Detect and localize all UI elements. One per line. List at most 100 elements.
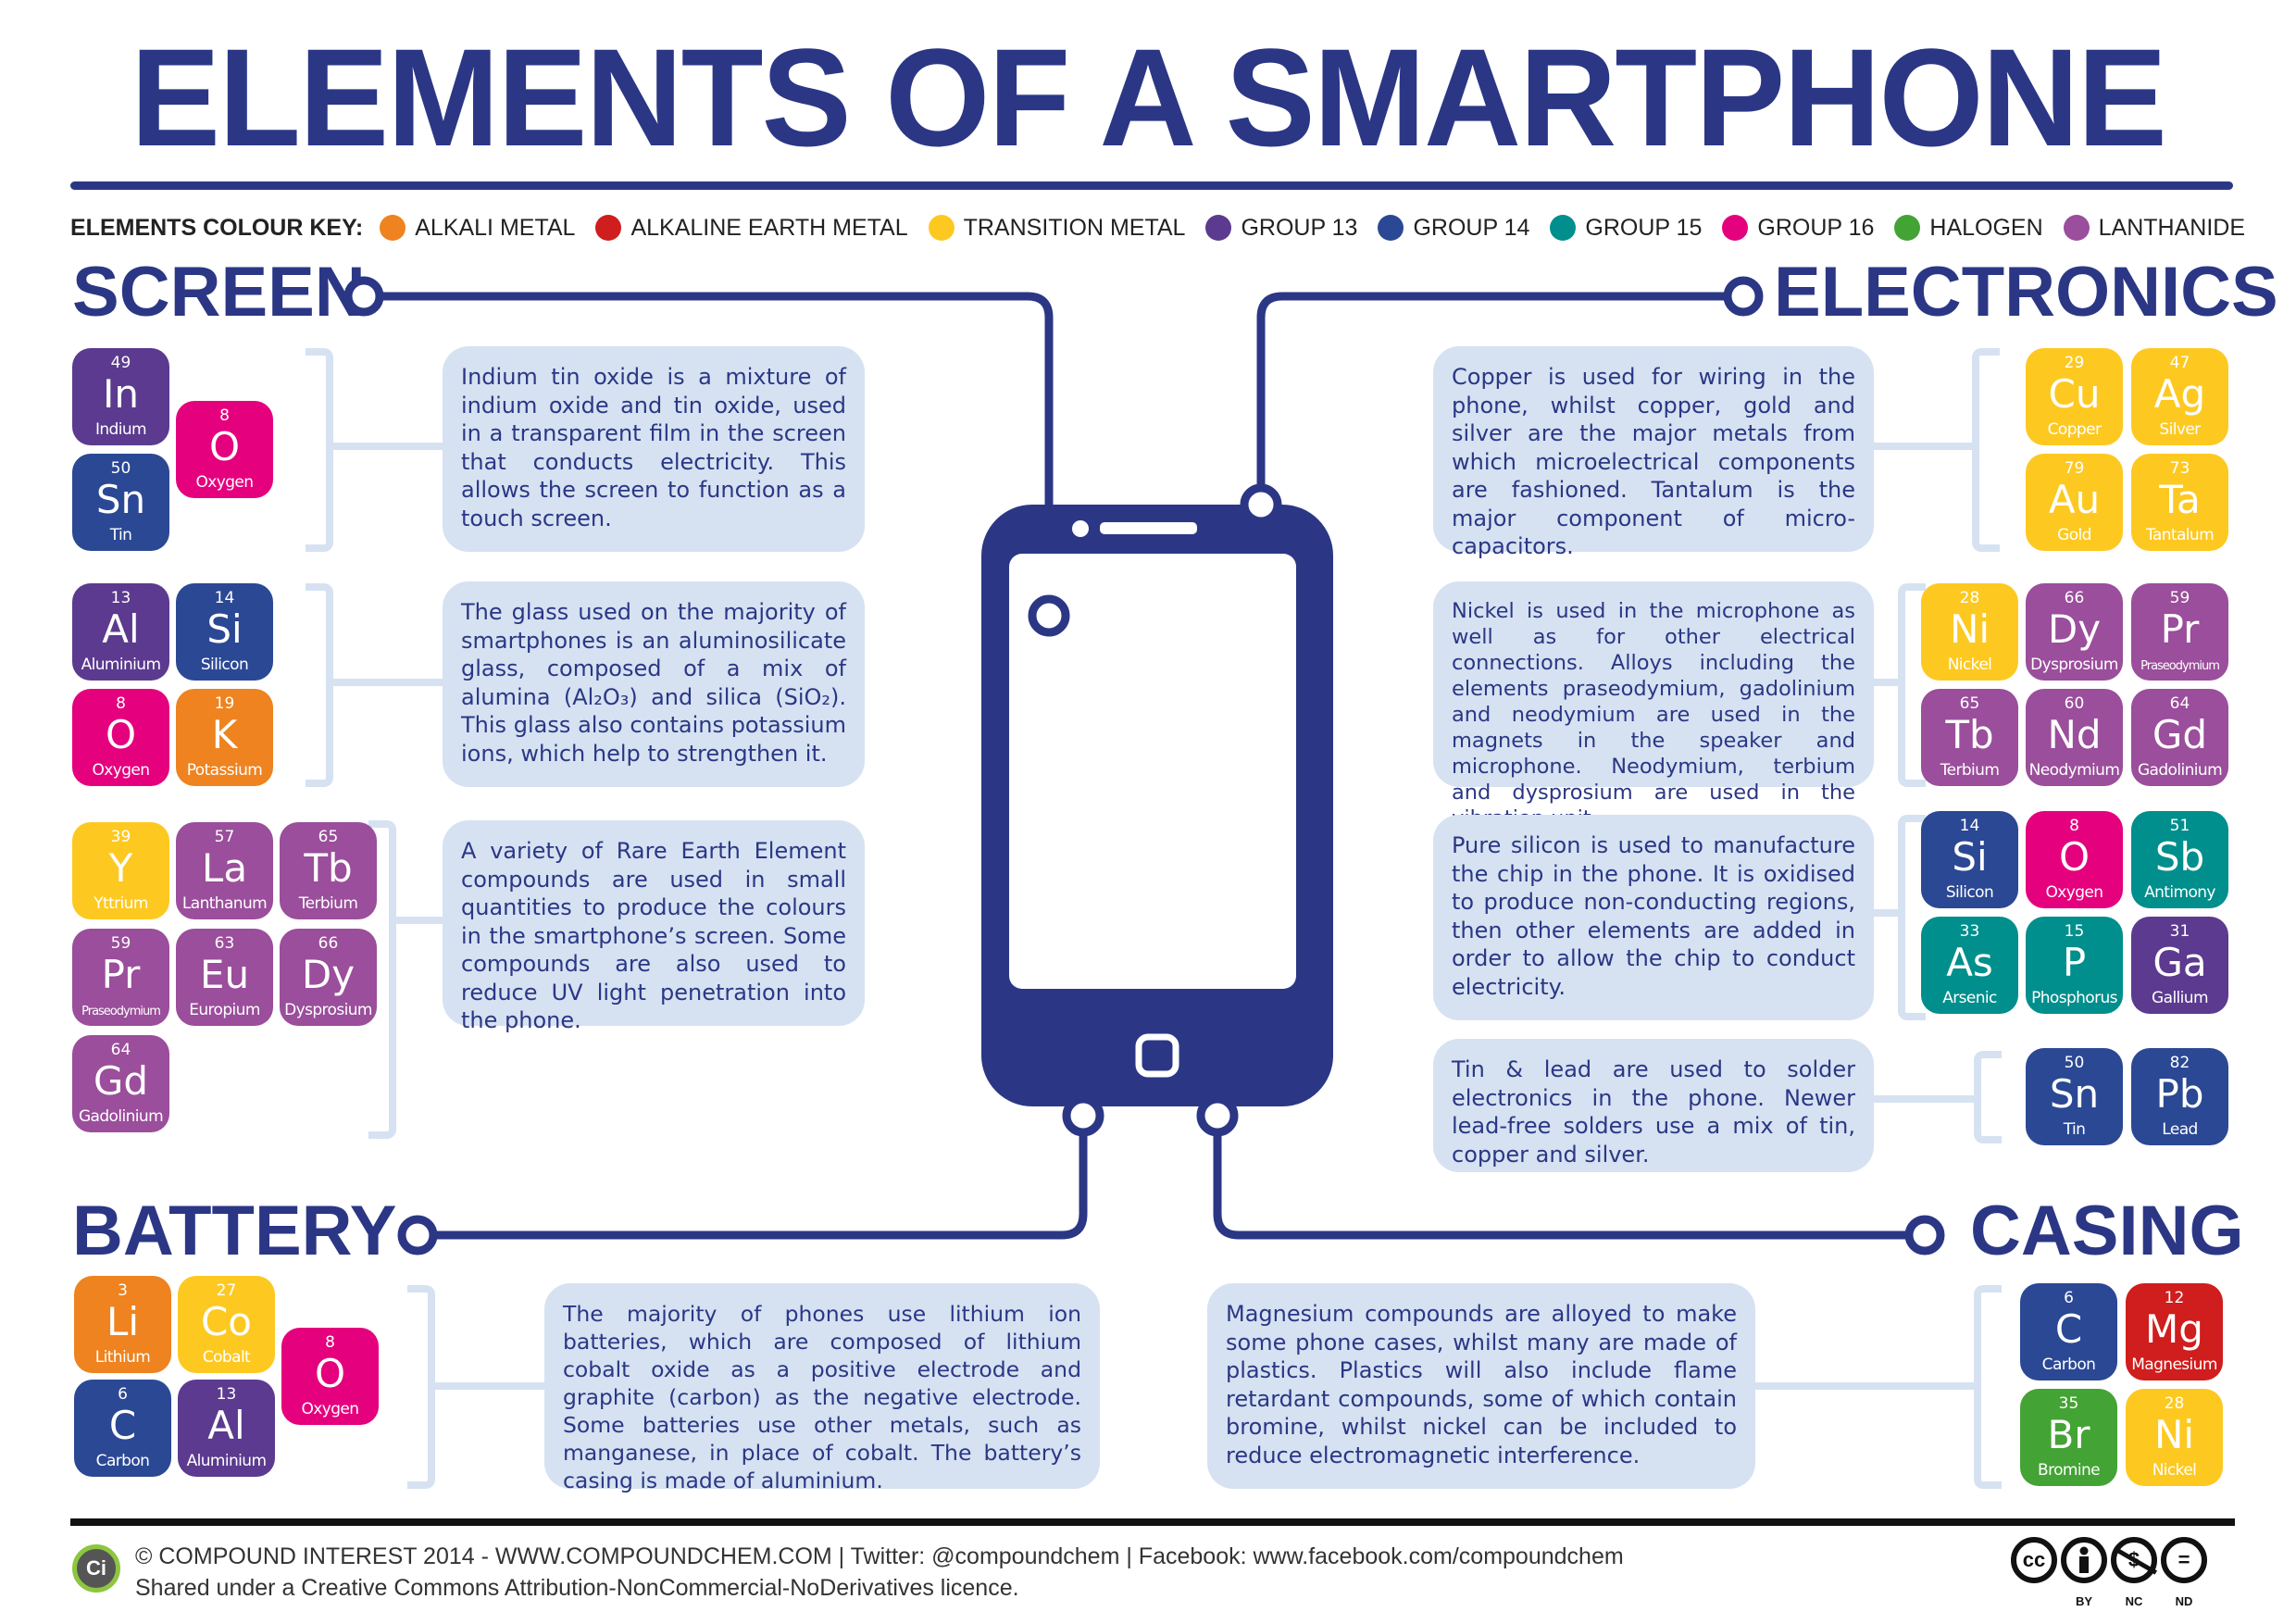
- node-battery-phone: [1062, 1094, 1104, 1137]
- element-name: Silicon: [200, 656, 249, 674]
- info-box-casing: Magnesium compounds are alloyed to make …: [1207, 1283, 1755, 1489]
- element-symbol: Tb: [1945, 712, 1994, 757]
- element-name: Gadolinium: [2137, 761, 2223, 780]
- element-name: Carbon: [2041, 1355, 2096, 1374]
- element-tile-al: 13 Al Aluminium: [72, 583, 169, 681]
- element-tile-o: 8 O Oxygen: [72, 689, 169, 786]
- atomic-number: 66: [318, 934, 339, 953]
- element-tile-eu: 63 Eu Europium: [176, 929, 273, 1026]
- element-symbol: O: [2058, 834, 2090, 880]
- info-text: Tin & lead are used to solder electronic…: [1452, 1056, 1855, 1168]
- element-name: Neodymium: [2028, 761, 2120, 780]
- element-name: Silver: [2159, 420, 2201, 439]
- atomic-number: 49: [110, 354, 131, 372]
- element-symbol: Eu: [199, 952, 250, 997]
- element-name: Terbium: [298, 894, 358, 913]
- element-symbol: Pr: [101, 952, 141, 997]
- element-symbol: K: [211, 712, 238, 757]
- atomic-number: 15: [2064, 922, 2085, 941]
- element-tile-k: 19 K Potassium: [176, 689, 273, 786]
- noncommercial-icon: $NC: [2111, 1537, 2158, 1608]
- atomic-number: 65: [1959, 694, 1980, 713]
- element-symbol: Y: [108, 845, 133, 891]
- element-tile-o: 8 O Oxygen: [176, 401, 273, 498]
- element-tile-cu: 29 Cu Copper: [2026, 348, 2123, 445]
- element-name: Gallium: [2152, 989, 2209, 1007]
- attribution-icon: BY: [2061, 1537, 2107, 1608]
- element-tile-ni: 28 Ni Nickel: [1921, 583, 2018, 681]
- element-tile-c: 6 C Carbon: [2020, 1283, 2117, 1380]
- element-name: Copper: [2047, 420, 2102, 439]
- element-symbol: C: [2054, 1306, 2083, 1352]
- atomic-number: 3: [118, 1281, 128, 1300]
- element-name: Nickel: [2152, 1461, 2197, 1480]
- bracket-screen-1: [306, 348, 333, 552]
- footer-licence: Shared under a Creative Commons Attribut…: [135, 1575, 1019, 1601]
- info-box-screen-1: Indium tin oxide is a mixture of indium …: [443, 346, 865, 552]
- element-tile-li: 3 Li Lithium: [74, 1276, 171, 1373]
- element-tile-y: 39 Y Yttrium: [72, 822, 169, 919]
- info-box-electronics-4: Tin & lead are used to solder electronic…: [1433, 1039, 1874, 1172]
- element-name: Magnesium: [2131, 1355, 2217, 1374]
- element-tile-si: 14 Si Silicon: [1921, 811, 2018, 908]
- cc-icon: cc: [2011, 1537, 2057, 1583]
- connector-electronics-1: [1870, 443, 1972, 450]
- element-tile-br: 35 Br Bromine: [2020, 1389, 2117, 1486]
- element-name: Dysprosium: [2030, 656, 2118, 674]
- atomic-number: 13: [216, 1385, 237, 1404]
- element-name: Tantalum: [2145, 526, 2215, 544]
- element-tile-ta: 73 Ta Tantalum: [2131, 454, 2228, 551]
- info-text: Indium tin oxide is a mixture of indium …: [461, 364, 846, 531]
- element-symbol: Ta: [2159, 477, 2201, 522]
- element-tile-pb: 82 Pb Lead: [2131, 1048, 2228, 1145]
- atomic-number: 28: [1959, 589, 1980, 607]
- element-symbol: Co: [200, 1299, 253, 1344]
- element-tile-o: 8 O Oxygen: [281, 1328, 379, 1425]
- connector-electronics-3: [1870, 909, 1898, 917]
- atomic-number: 47: [2169, 354, 2190, 372]
- atomic-number: 28: [2164, 1394, 2185, 1413]
- element-name: Oxygen: [195, 473, 255, 492]
- element-tile-ag: 47 Ag Silver: [2131, 348, 2228, 445]
- element-name: Carbon: [95, 1452, 150, 1470]
- atomic-number: 59: [110, 934, 131, 953]
- element-tile-al: 13 Al Aluminium: [178, 1380, 275, 1477]
- noderivatives-icon: = ND: [2161, 1537, 2207, 1608]
- connector-battery: [435, 1382, 546, 1390]
- atomic-number: 6: [118, 1385, 128, 1404]
- atomic-number: 35: [2058, 1394, 2079, 1413]
- atomic-number: 50: [2064, 1054, 2085, 1072]
- element-tile-mg: 12 Mg Magnesium: [2126, 1283, 2223, 1380]
- wire-battery: [431, 1128, 1088, 1240]
- element-tile-sn: 50 Sn Tin: [72, 454, 169, 551]
- element-symbol: Li: [106, 1299, 140, 1344]
- atomic-number: 6: [2064, 1289, 2074, 1307]
- footer-credits: © COMPOUND INTEREST 2014 - WWW.COMPOUNDC…: [135, 1543, 1624, 1569]
- element-symbol: Si: [206, 606, 243, 652]
- element-tile-la: 57 La Lanthanum: [176, 822, 273, 919]
- element-symbol: O: [314, 1351, 346, 1396]
- element-symbol: Gd: [2152, 712, 2208, 757]
- element-tile-nd: 60 Nd Neodymium: [2026, 689, 2123, 786]
- phone-body: [981, 505, 1333, 1106]
- element-tile-pr: 59 Pr Praseodymium: [72, 929, 169, 1026]
- element-tile-gd: 64 Gd Gadolinium: [72, 1035, 169, 1132]
- connector-screen-3: [396, 917, 444, 924]
- node-casing-phone: [1196, 1094, 1239, 1137]
- element-name: Lead: [2162, 1120, 2198, 1139]
- element-symbol: Nd: [2047, 712, 2102, 757]
- bracket-electronics-1: [1972, 348, 2000, 552]
- info-text: Pure silicon is used to manufacture the …: [1452, 832, 1855, 1000]
- element-name: Lithium: [94, 1348, 151, 1367]
- element-tile-in: 49 In Indium: [72, 348, 169, 445]
- element-name: Praseodymium: [2140, 659, 2220, 673]
- element-name: Aluminium: [81, 656, 161, 674]
- element-tile-dy: 66 Dy Dysprosium: [280, 929, 377, 1026]
- element-symbol: C: [108, 1403, 137, 1448]
- connector-electronics-4: [1870, 1095, 1974, 1103]
- phone-camera-icon: [1072, 520, 1089, 537]
- info-text: The glass used on the majority of smartp…: [461, 599, 846, 767]
- info-text: Nickel is used in the microphone as well…: [1452, 599, 1855, 831]
- atomic-number: 64: [2169, 694, 2190, 713]
- element-tile-as: 33 As Arsenic: [1921, 917, 2018, 1014]
